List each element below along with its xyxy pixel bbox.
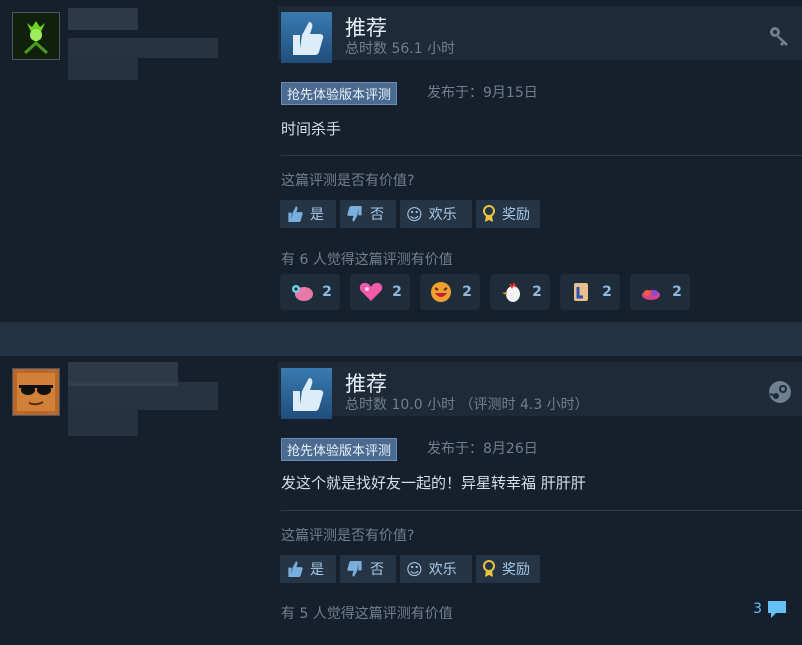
early-access-tag: 抢先体验版本评测 bbox=[281, 82, 398, 105]
award-label: 奖励 bbox=[502, 207, 530, 223]
divider bbox=[281, 510, 802, 511]
award-count: 2 bbox=[532, 284, 542, 300]
award-count: 2 bbox=[602, 284, 612, 300]
award-badge[interactable]: 2 bbox=[350, 274, 410, 310]
review-author bbox=[0, 0, 270, 322]
review-text: 发这个就是找好友一起的！异星转幸福 肝肝肝 bbox=[281, 474, 586, 492]
key-icon bbox=[768, 24, 792, 52]
helpful-count: 有 6 人觉得这篇评测有价值 bbox=[281, 252, 453, 268]
review-text: 时间杀手 bbox=[281, 120, 342, 138]
award-count: 2 bbox=[462, 284, 472, 300]
playtime: 总时数 56.1 小时 bbox=[345, 41, 456, 57]
thumbs-up-icon bbox=[288, 206, 303, 223]
thumbs-up-icon bbox=[288, 561, 303, 578]
vote-no-label: 否 bbox=[370, 207, 384, 223]
recommended-thumb bbox=[281, 12, 332, 63]
award-label: 奖励 bbox=[502, 562, 530, 578]
avatar[interactable] bbox=[12, 12, 60, 60]
award-badge[interactable]: 2 bbox=[630, 274, 690, 310]
vote-yes-button[interactable]: 是 bbox=[280, 200, 336, 228]
vote-yes-label: 是 bbox=[310, 562, 324, 578]
bug-creature-award-icon bbox=[292, 285, 314, 301]
vote-no-button[interactable]: 否 bbox=[340, 200, 396, 228]
award-badge[interactable]: 2 bbox=[420, 274, 480, 310]
review-card: 推荐 总时数 56.1 小时 抢先体验版本评测 发布于：9月15日 时间杀手 这… bbox=[0, 0, 802, 322]
avatar[interactable] bbox=[12, 368, 60, 416]
smiley-icon: ☺ bbox=[406, 559, 423, 579]
award-medal-icon bbox=[483, 205, 495, 222]
comment-count-link[interactable]: 3 bbox=[753, 599, 788, 619]
award-medal-icon bbox=[483, 560, 495, 577]
comment-bubble-icon bbox=[768, 601, 786, 618]
thumbs-up-icon bbox=[292, 21, 323, 55]
review-separator bbox=[0, 322, 802, 356]
laughing-face-award-icon bbox=[431, 282, 452, 302]
review-card: 推荐 总时数 10.0 小时 （评测时 4.3 小时） 抢先体验版本评测 发布于… bbox=[0, 356, 802, 645]
recommended-thumb bbox=[281, 368, 332, 419]
award-badge[interactable]: 2 bbox=[280, 274, 340, 310]
award-badge[interactable]: 2 bbox=[560, 274, 620, 310]
posted-date: 发布于：9月15日 bbox=[427, 85, 538, 101]
vote-no-button[interactable]: 否 bbox=[340, 555, 396, 583]
vote-funny-label: 欢乐 bbox=[428, 562, 457, 578]
chicken-award-icon bbox=[502, 282, 521, 302]
early-access-tag: 抢先体验版本评测 bbox=[281, 438, 398, 461]
helpful-question: 这篇评测是否有价值? bbox=[281, 528, 415, 544]
helpful-question: 这篇评测是否有价值? bbox=[281, 173, 415, 189]
pink-heart-award-icon bbox=[359, 282, 383, 301]
alien-avatar-icon bbox=[13, 13, 59, 59]
award-button[interactable]: 奖励 bbox=[476, 555, 540, 583]
divider bbox=[281, 155, 802, 156]
vote-yes-label: 是 bbox=[310, 207, 324, 223]
vote-funny-button[interactable]: ☺ 欢乐 bbox=[400, 555, 472, 583]
posted-date: 发布于：8月26日 bbox=[427, 441, 538, 457]
scroll-award-icon bbox=[574, 283, 589, 301]
steam-icon bbox=[768, 380, 792, 408]
thumbs-down-icon bbox=[347, 560, 362, 577]
smiley-icon: ☺ bbox=[406, 204, 423, 224]
vote-yes-button[interactable]: 是 bbox=[280, 555, 336, 583]
vote-funny-label: 欢乐 bbox=[428, 207, 457, 223]
helpful-count: 有 5 人觉得这篇评测有价值 bbox=[281, 606, 453, 622]
sunglasses-avatar-icon bbox=[13, 369, 59, 415]
flame-creature-award-icon bbox=[642, 290, 661, 300]
vote-funny-button[interactable]: ☺ 欢乐 bbox=[400, 200, 472, 228]
comment-count: 3 bbox=[753, 601, 762, 617]
award-button[interactable]: 奖励 bbox=[476, 200, 540, 228]
thumbs-down-icon bbox=[347, 205, 362, 222]
award-badge[interactable]: 2 bbox=[490, 274, 550, 310]
thumbs-up-icon bbox=[292, 377, 323, 411]
vote-no-label: 否 bbox=[370, 562, 384, 578]
award-count: 2 bbox=[672, 284, 682, 300]
review-author bbox=[0, 356, 270, 645]
playtime: 总时数 10.0 小时 （评测时 4.3 小时） bbox=[345, 397, 589, 413]
award-count: 2 bbox=[392, 284, 402, 300]
award-count: 2 bbox=[322, 284, 332, 300]
